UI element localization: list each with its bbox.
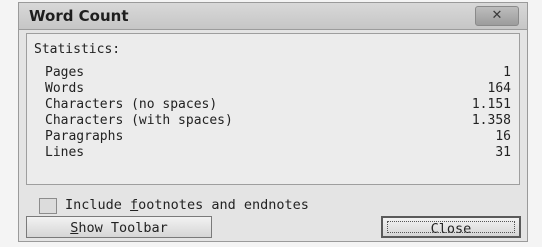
include-footnotes-checkbox[interactable] [39,198,57,214]
dialog-title: Word Count [29,7,129,25]
show-toolbar-button[interactable]: Show Toolbar [26,216,212,238]
statistics-heading: Statistics: [34,42,121,57]
statistics-panel: Statistics: Pages 1 Words 164 Characters… [26,33,520,185]
stat-label: Lines [45,145,85,160]
stat-value: 16 [495,129,511,144]
focus-rect [387,221,515,233]
stat-label: Paragraphs [45,129,124,144]
stat-label: Characters (no spaces) [45,97,218,112]
stat-label: Words [45,81,85,96]
stat-label: Characters (with spaces) [45,113,233,128]
stat-value: 164 [487,81,511,96]
close-icon: ✕ [491,8,503,23]
stat-row-characters-with-spaces: Characters (with spaces) 1.358 [45,113,511,129]
stat-value: 1 [503,65,511,80]
close-button[interactable]: Close [381,216,521,238]
stat-row-lines: Lines 31 [45,145,511,161]
close-window-button[interactable]: ✕ [475,6,519,26]
word-count-dialog: Word Count ✕ Statistics: Pages 1 Words 1… [18,2,528,242]
stat-row-paragraphs: Paragraphs 16 [45,129,511,145]
stat-value: 1.151 [471,97,511,112]
stat-value: 1.358 [471,113,511,128]
include-footnotes-label[interactable]: Include footnotes and endnotes [65,197,309,213]
stat-label: Pages [45,65,85,80]
stat-value: 31 [495,145,511,160]
title-bar[interactable]: Word Count ✕ [19,3,527,30]
stat-row-characters-no-spaces: Characters (no spaces) 1.151 [45,97,511,113]
stat-row-pages: Pages 1 [45,65,511,81]
stat-row-words: Words 164 [45,81,511,97]
